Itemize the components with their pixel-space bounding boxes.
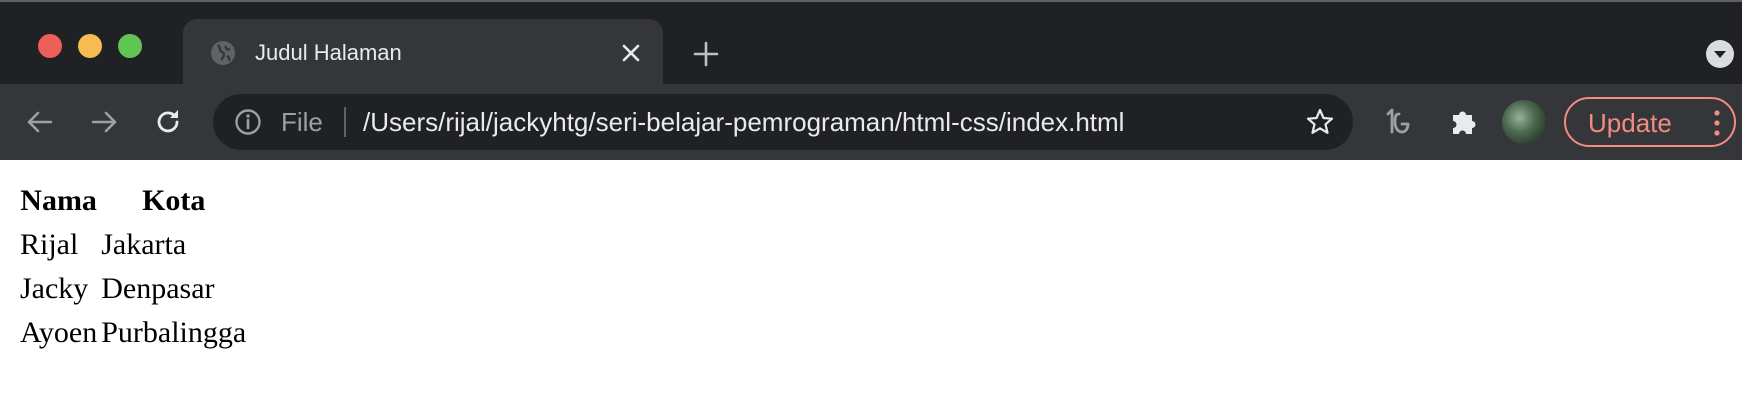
table-cell-nama: Jacky bbox=[20, 272, 89, 305]
extension-logo-icon[interactable] bbox=[1382, 106, 1414, 138]
data-table: Nama Kota Rijal Jakarta Jacky Denpasar A… bbox=[17, 178, 249, 356]
tab-title: Judul Halaman bbox=[255, 40, 402, 65]
tab-strip: Judul Halaman bbox=[0, 0, 1742, 86]
table-cell-kota: Jakarta bbox=[101, 228, 187, 261]
column-header-kota: Kota bbox=[142, 184, 206, 217]
info-icon[interactable] bbox=[233, 107, 263, 137]
star-icon[interactable] bbox=[1305, 107, 1335, 137]
close-icon[interactable] bbox=[617, 39, 645, 67]
zoom-window-button[interactable] bbox=[118, 34, 142, 58]
extensions-puzzle-icon[interactable] bbox=[1447, 106, 1479, 138]
close-window-button[interactable] bbox=[38, 34, 62, 58]
table-row: Rijal Jakarta bbox=[19, 224, 247, 266]
update-button[interactable]: Update bbox=[1564, 97, 1736, 147]
table-cell-nama: Rijal bbox=[20, 228, 79, 261]
browser-window: Judul Halaman File /Users/rijal/jackyhtg… bbox=[0, 0, 1742, 409]
toolbar: File /Users/rijal/jackyhtg/seri-belajar-… bbox=[0, 84, 1742, 160]
table-cell-kota: Denpasar bbox=[101, 272, 215, 305]
url-scheme-label: File bbox=[281, 107, 323, 137]
table-cell-kota: Purbalingga bbox=[101, 316, 247, 349]
update-button-label: Update bbox=[1588, 108, 1672, 138]
profile-avatar[interactable] bbox=[1502, 100, 1546, 144]
table-row: Jacky Denpasar bbox=[19, 268, 247, 310]
reload-icon[interactable] bbox=[152, 106, 184, 138]
forward-icon[interactable] bbox=[88, 106, 120, 138]
more-vert-icon[interactable] bbox=[1712, 109, 1722, 137]
back-icon[interactable] bbox=[24, 106, 56, 138]
chevron-down-icon bbox=[1714, 51, 1726, 58]
column-header-nama: Nama bbox=[20, 184, 97, 217]
globe-icon bbox=[211, 41, 235, 65]
table-header-row: Nama Kota bbox=[19, 180, 247, 222]
omnibox-divider bbox=[344, 107, 346, 137]
page-content: Nama Kota Rijal Jakarta Jacky Denpasar A… bbox=[0, 160, 1742, 409]
new-tab-button[interactable] bbox=[692, 40, 720, 68]
table-row: Ayoen Purbalingga bbox=[19, 312, 247, 354]
tab-active[interactable]: Judul Halaman bbox=[183, 19, 663, 86]
minimize-window-button[interactable] bbox=[78, 34, 102, 58]
table-cell-nama: Ayoen bbox=[20, 316, 98, 349]
address-bar[interactable]: File /Users/rijal/jackyhtg/seri-belajar-… bbox=[213, 94, 1353, 150]
url-text[interactable]: /Users/rijal/jackyhtg/seri-belajar-pemro… bbox=[363, 108, 1124, 136]
tab-search-button[interactable] bbox=[1706, 40, 1734, 68]
